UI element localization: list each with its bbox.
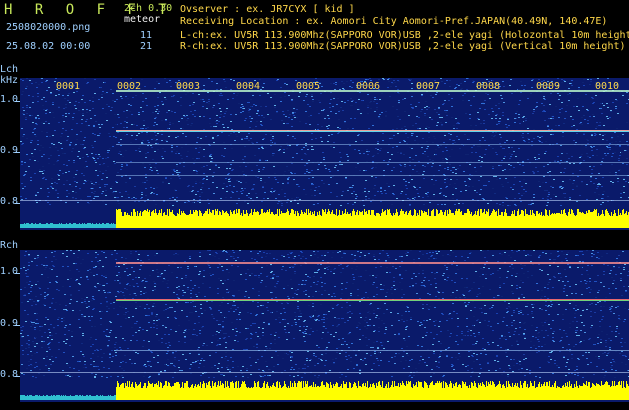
time-label-0009: 0009 [536,81,561,92]
location-info: Receiving Location : ex. Aomori City Aom… [180,16,608,27]
datetime-label: 25.08.02 00:00 [6,41,91,52]
lch-background [20,78,629,230]
lch-receiver-info: L-ch:ex. UV5R 113.900Mhz(SAPPORO VOR)USB… [180,30,629,41]
time-label-0007: 0007 [416,81,441,92]
lch-threshold-line [20,200,629,201]
time-label-0004: 0004 [236,81,261,92]
rch-tick-0-9: 0.9 [0,318,19,329]
rch-label: Rch [0,240,19,251]
time-label-0005: 0005 [296,81,321,92]
lch-carrier-line-3 [116,144,629,145]
rch-tick-1-0: 1.0 [0,266,19,277]
time-label-0001: 0001 [56,81,81,92]
rch-waterfall-panel [20,250,629,402]
lch-tick-0-8: 0.8 [0,196,19,207]
lch-unit-label: kHz [0,75,19,86]
filename-label: 2508020000.png [6,22,91,33]
rch-waterfall-svg [20,250,629,402]
lch-carrier-line-2 [116,131,629,132]
lch-waterfall-panel [20,78,629,230]
rch-carrier-line-0 [116,262,629,264]
observer-info: Ovserver : ex. JR7CYX [ kid ] [180,4,355,15]
rch-tick-0-8: 0.8 [0,369,19,380]
time-label-0002: 0002 [117,81,142,92]
lch-carrier-line-5 [116,175,629,176]
lch-carrier-line-4 [116,162,629,163]
version-label: 2ch 0.30 [124,3,173,14]
lch-tick-0-9: 0.9 [0,145,19,156]
lch-tick-1-0: 1.0 [0,94,19,105]
time-label-0008: 0008 [476,81,501,92]
rch-carrier-line-2 [116,300,629,301]
time-label-0003: 0003 [176,81,201,92]
lch-label: Lch [0,64,19,75]
mode-label: meteor [124,14,161,25]
rch-carrier-line-3 [116,350,629,351]
rch-count: 21 [140,41,153,52]
time-label-0010: 0010 [595,81,620,92]
time-label-0006: 0006 [356,81,381,92]
rch-threshold-line [20,372,629,373]
lch-count: 11 [140,30,153,41]
rch-receiver-info: R-ch:ex. UV5R 113.900Mhz(SAPPORO VOR)USB… [180,41,626,52]
lch-waterfall-svg [20,78,629,230]
